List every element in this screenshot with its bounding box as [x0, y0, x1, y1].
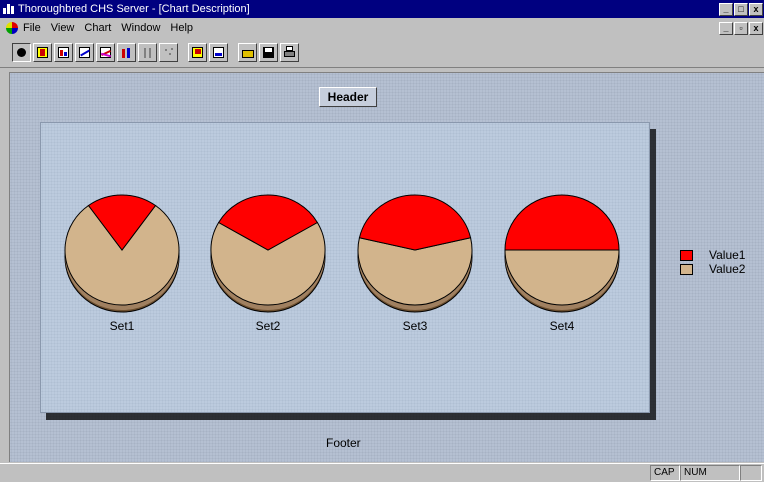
legend-label-value1: Value1 — [709, 248, 746, 262]
legend-swatch-value1 — [680, 249, 693, 261]
menu-window[interactable]: Window — [121, 22, 160, 34]
chart-footer[interactable]: Footer — [326, 436, 361, 450]
legend-item-value2: Value2 — [680, 262, 745, 276]
menu-help[interactable]: Help — [170, 22, 193, 34]
close-button[interactable]: x — [749, 2, 763, 16]
legend-swatch-value2 — [680, 263, 693, 275]
status-bar: CAP NUM — [0, 463, 764, 482]
window-title: Thoroughbred CHS Server - [Chart Descrip… — [18, 3, 250, 15]
status-blank — [740, 465, 762, 481]
pie-label-set1: Set1 — [110, 319, 135, 333]
open-folder-icon[interactable] — [238, 43, 257, 62]
status-cap: CAP — [650, 465, 680, 481]
bar-chart-icon[interactable] — [54, 43, 73, 62]
scatter-chart-icon[interactable] — [159, 43, 178, 62]
menu-bar: File View Chart Window Help _ ▫ x — [0, 18, 764, 38]
pie-chart: Set1 Set2 Set3 Set4 — [64, 194, 620, 333]
document-icon[interactable] — [6, 22, 18, 34]
pie-label-set3: Set3 — [403, 319, 428, 333]
status-num: NUM — [680, 465, 740, 481]
doc-close-button[interactable]: x — [749, 21, 763, 35]
legend-label-value2: Value2 — [709, 262, 746, 276]
stacked-chart-icon[interactable] — [138, 43, 157, 62]
pie-slice-value1-set4 — [504, 194, 620, 251]
doc-restore-button[interactable]: ▫ — [734, 21, 748, 35]
doc-minimize-button[interactable]: _ — [719, 21, 733, 35]
column-chart-icon[interactable] — [117, 43, 136, 62]
menu-view[interactable]: View — [51, 22, 75, 34]
app-icon — [3, 3, 15, 15]
legend-item-value1: Value1 — [680, 248, 745, 262]
layout-icon[interactable] — [209, 43, 228, 62]
menu-file[interactable]: File — [23, 22, 41, 34]
text-icon[interactable] — [33, 43, 52, 62]
chart-legend[interactable]: Value1 Value2 — [680, 248, 745, 276]
menu-chart[interactable]: Chart — [84, 22, 111, 34]
line-chart-icon[interactable] — [75, 43, 94, 62]
edit-icon[interactable] — [188, 43, 207, 62]
area-chart-icon[interactable] — [96, 43, 115, 62]
pie-label-set2: Set2 — [256, 319, 281, 333]
pie-slice-value1-set3 — [358, 194, 472, 251]
pie-label-set4: Set4 — [550, 319, 575, 333]
maximize-button[interactable]: □ — [734, 2, 748, 16]
minimize-button[interactable]: _ — [719, 2, 733, 16]
toolbar — [0, 38, 764, 68]
pie-chart-icon[interactable] — [12, 43, 31, 62]
chart-header[interactable]: Header — [319, 87, 377, 107]
print-icon[interactable] — [280, 43, 299, 62]
save-icon[interactable] — [259, 43, 278, 62]
title-bar: Thoroughbred CHS Server - [Chart Descrip… — [0, 0, 764, 18]
